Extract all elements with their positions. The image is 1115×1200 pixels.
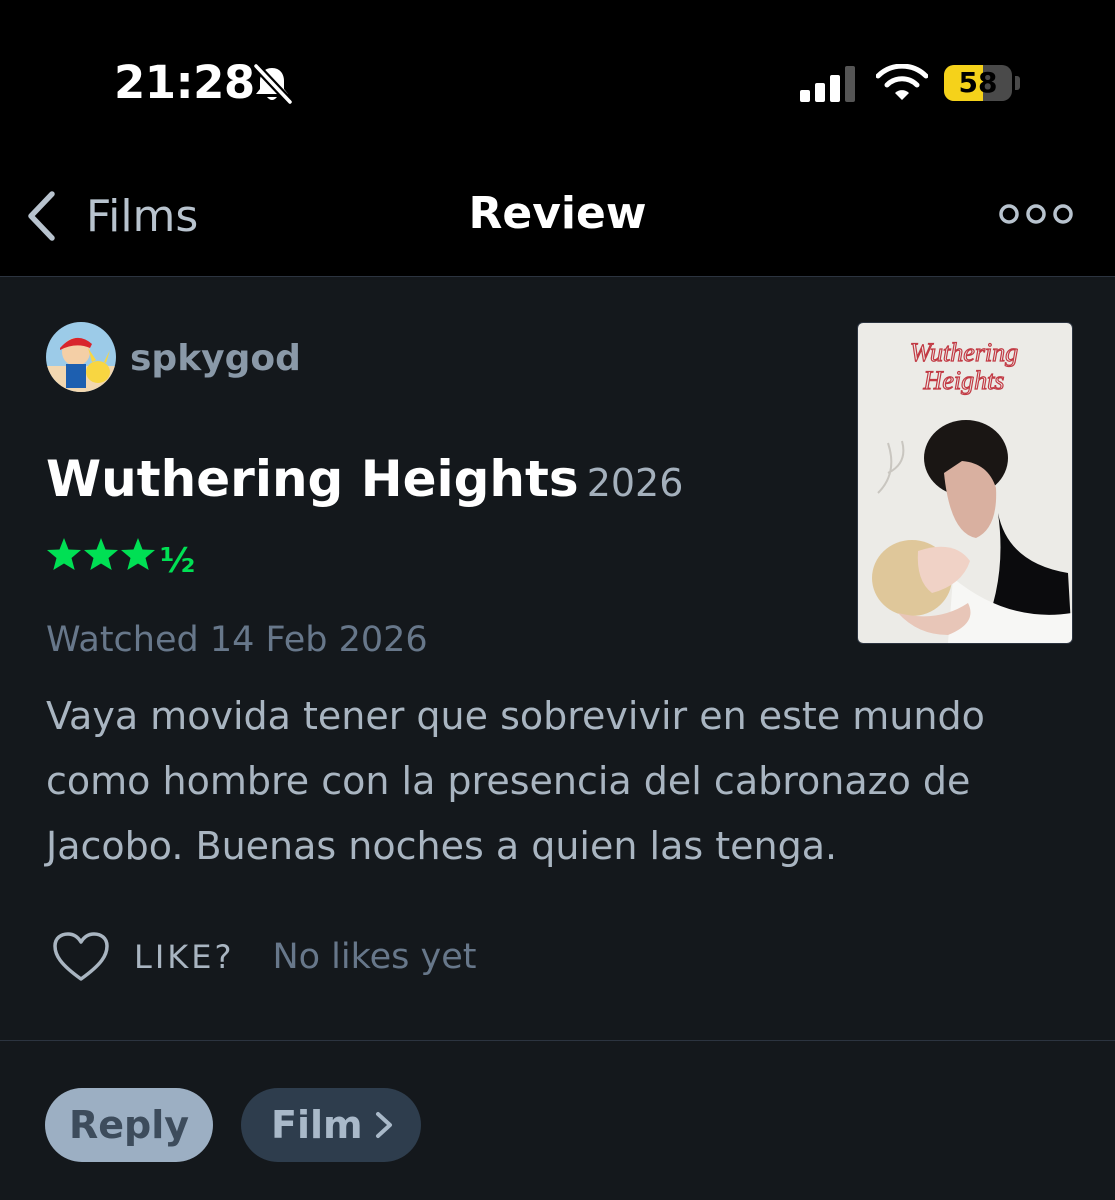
status-time: 21:28 xyxy=(114,56,255,109)
bell-slash-icon xyxy=(253,64,293,104)
avatar[interactable] xyxy=(46,322,116,392)
poster-title-line-1: Wuthering xyxy=(910,338,1018,367)
star-rating: ½ xyxy=(47,538,195,576)
signal-icon xyxy=(800,66,855,102)
reply-button[interactable]: Reply xyxy=(45,1088,213,1162)
star-icon xyxy=(84,538,118,570)
more-icon[interactable] xyxy=(998,200,1074,228)
film-year[interactable]: 2026 xyxy=(587,461,684,505)
review-body: Vaya movida tener que sobrevivir en este… xyxy=(46,694,985,868)
star-icon xyxy=(47,538,81,570)
wifi-icon xyxy=(876,64,928,100)
status-bar: 21:28 58 xyxy=(0,0,1115,160)
username[interactable]: spkygod xyxy=(130,338,301,379)
star-icon xyxy=(121,538,155,570)
battery-icon: 58 xyxy=(944,65,1024,103)
film-poster[interactable]: Wuthering Heights xyxy=(857,322,1073,644)
like-label[interactable]: LIKE? xyxy=(134,938,234,976)
like-row[interactable]: LIKE? No likes yet xyxy=(52,930,477,984)
divider xyxy=(0,1040,1115,1041)
film-heading: Wuthering Heights 2026 xyxy=(46,450,683,508)
chevron-right-icon xyxy=(376,1112,392,1138)
likes-count: No likes yet xyxy=(272,937,477,977)
nav-bar: Films Review xyxy=(0,160,1115,277)
poster-title-line-2: Heights xyxy=(923,366,1005,395)
film-title[interactable]: Wuthering Heights xyxy=(46,450,579,508)
half-star-glyph: ½ xyxy=(160,541,195,576)
film-button-label: Film xyxy=(271,1103,363,1147)
poster-art: Wuthering Heights xyxy=(858,323,1072,643)
heart-icon[interactable] xyxy=(52,931,110,983)
watched-date: Watched 14 Feb 2026 xyxy=(46,620,428,660)
film-button[interactable]: Film xyxy=(241,1088,421,1162)
battery-level: 58 xyxy=(958,66,998,99)
page-title: Review xyxy=(468,188,647,239)
